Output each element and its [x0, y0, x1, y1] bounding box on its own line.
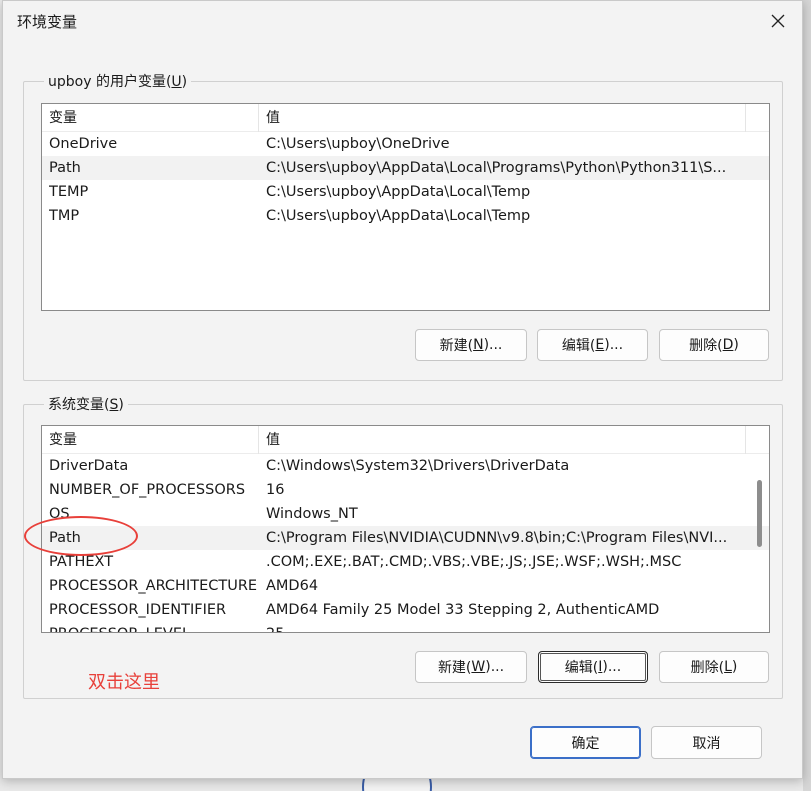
- table-row[interactable]: TMP C:\Users\upboy\AppData\Local\Temp: [42, 204, 769, 228]
- variable-value: 25: [266, 622, 741, 632]
- variable-value: AMD64 Family 25 Model 33 Stepping 2, Aut…: [266, 602, 660, 618]
- system-variables-label: 系统变量(S): [44, 394, 128, 414]
- variable-value: Windows_NT: [266, 506, 358, 522]
- column-header-value[interactable]: 值: [259, 104, 746, 132]
- column-header-variable[interactable]: 变量: [42, 426, 259, 454]
- list-header: 变量 值: [42, 426, 769, 454]
- table-row[interactable]: OS Windows_NT: [42, 502, 769, 526]
- variable-value: AMD64: [266, 578, 319, 594]
- variable-value: C:\Windows\System32\Drivers\DriverData: [266, 458, 570, 474]
- user-edit-button[interactable]: 编辑(E)...: [537, 329, 648, 361]
- list-header: 变量 值: [42, 104, 769, 132]
- annotation-ellipse: [24, 516, 138, 556]
- variable-name: DriverData: [49, 458, 129, 474]
- variable-name: TMP: [49, 208, 80, 224]
- dialog-title: 环境变量: [17, 13, 78, 31]
- close-icon: [771, 14, 785, 28]
- table-row[interactable]: PATHEXT .COM;.EXE;.BAT;.CMD;.VBS;.VBE;.JS…: [42, 550, 769, 574]
- system-list-scrollbar-thumb[interactable]: [757, 480, 762, 547]
- table-row[interactable]: OneDrive C:\Users\upboy\OneDrive: [42, 132, 769, 156]
- variable-value: C:\Program Files\NVIDIA\CUDNN\v9.8\bin;C…: [266, 530, 728, 546]
- variable-value: C:\Users\upboy\AppData\Local\Programs\Py…: [266, 160, 727, 176]
- user-variables-label: upboy 的用户变量(U): [44, 71, 192, 91]
- variable-name: PROCESSOR_IDENTIFIER: [49, 602, 227, 618]
- system-variables-list[interactable]: 变量 值 DriverData C:\Windows\System32\Drive…: [41, 425, 770, 633]
- variable-value: 16: [266, 482, 285, 498]
- variable-name: Path: [49, 160, 81, 176]
- variable-value: C:\Users\upboy\AppData\Local\Temp: [266, 208, 531, 224]
- column-header-value[interactable]: 值: [259, 426, 746, 454]
- title-bar[interactable]: 环境变量: [3, 1, 802, 41]
- system-new-button[interactable]: 新建(W)...: [415, 651, 527, 683]
- variable-value: C:\Users\upboy\AppData\Local\Temp: [266, 184, 531, 200]
- user-new-button[interactable]: 新建(N)...: [415, 329, 527, 361]
- variable-name: TEMP: [49, 184, 89, 200]
- table-row[interactable]: PROCESSOR_IDENTIFIER AMD64 Family 25 Mode…: [42, 598, 769, 622]
- cancel-button[interactable]: 取消: [651, 726, 762, 759]
- ok-button[interactable]: 确定: [530, 726, 641, 759]
- table-row[interactable]: TEMP C:\Users\upboy\AppData\Local\Temp: [42, 180, 769, 204]
- background-window-edge: [803, 0, 811, 791]
- system-edit-button[interactable]: 编辑(I)...: [538, 651, 648, 683]
- variable-name: OneDrive: [49, 136, 118, 152]
- close-button[interactable]: [760, 5, 796, 37]
- user-variables-list[interactable]: 变量 值 OneDrive C:\Users\upboy\OneDrive Path…: [41, 103, 770, 311]
- variable-value: C:\Users\upboy\OneDrive: [266, 136, 450, 152]
- variable-name: PROCESSOR_ARCHITECTURE: [49, 578, 258, 594]
- user-variables-rows: OneDrive C:\Users\upboy\OneDrive Path C:\Us…: [42, 132, 769, 228]
- table-row[interactable]: PROCESSOR_LEVEL 25: [42, 622, 769, 632]
- table-row[interactable]: Path C:\Users\upboy\AppData\Local\Program…: [42, 156, 769, 180]
- annotation-hint-text: 双击这里: [88, 672, 160, 693]
- variable-name: PROCESSOR_LEVEL: [49, 622, 259, 632]
- user-delete-button[interactable]: 删除(D): [659, 329, 769, 361]
- system-variables-rows: DriverData C:\Windows\System32\Drivers\Dr…: [42, 454, 769, 632]
- table-row[interactable]: DriverData C:\Windows\System32\Drivers\Dr…: [42, 454, 769, 478]
- table-row[interactable]: Path C:\Program Files\NVIDIA\CUDNN\v9.8\b…: [42, 526, 769, 550]
- table-row[interactable]: PROCESSOR_ARCHITECTURE AMD64: [42, 574, 769, 598]
- variable-value: .COM;.EXE;.BAT;.CMD;.VBS;.VBE;.JS;.JSE;.…: [266, 554, 682, 570]
- table-row[interactable]: NUMBER_OF_PROCESSORS 16: [42, 478, 769, 502]
- variable-name: NUMBER_OF_PROCESSORS: [49, 482, 246, 498]
- environment-variables-dialog: 环境变量 upboy 的用户变量(U) 变量 值 OneDrive C:\User…: [2, 0, 803, 779]
- column-header-variable[interactable]: 变量: [42, 104, 259, 132]
- system-delete-button[interactable]: 删除(L): [659, 651, 769, 683]
